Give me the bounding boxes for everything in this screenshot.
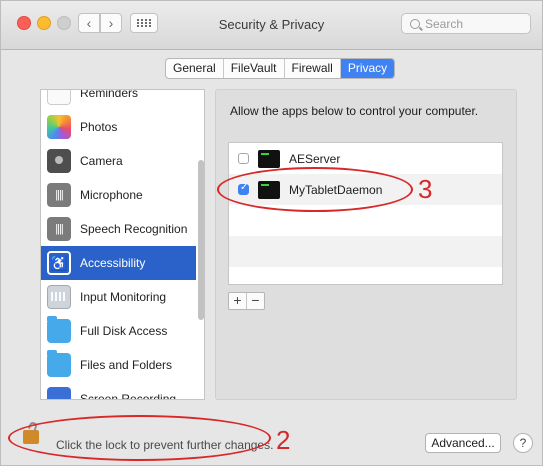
sidebar-item-camera[interactable]: Camera: [41, 144, 196, 178]
empty-row: [229, 205, 502, 236]
tab-privacy[interactable]: Privacy: [340, 59, 395, 78]
add-remove-control: + −: [228, 292, 265, 310]
sidebar-item-label: Camera: [80, 154, 123, 168]
remove-app-button[interactable]: −: [246, 293, 264, 309]
sidebar-item-speech-recognition[interactable]: |||| Speech Recognition: [41, 212, 196, 246]
accessibility-icon: ♿: [47, 251, 71, 275]
sidebar-item-full-disk-access[interactable]: Full Disk Access: [41, 314, 196, 348]
sidebar-item-screen-recording[interactable]: Screen Recording: [41, 382, 196, 400]
folder-icon: [47, 316, 71, 343]
sidebar-item-label: Full Disk Access: [80, 324, 168, 338]
annotation-label-2: 2: [276, 425, 291, 455]
sidebar-item-label: Microphone: [80, 188, 143, 202]
terminal-icon: [258, 149, 280, 168]
sidebar-item-input-monitoring[interactable]: Input Monitoring: [41, 280, 196, 314]
annotation-label-3: 3: [418, 174, 433, 204]
add-app-button[interactable]: +: [229, 293, 246, 309]
panel-description: Allow the apps below to control your com…: [230, 104, 479, 118]
sidebar-item-microphone[interactable]: |||| Microphone: [41, 178, 196, 212]
reminders-icon: [47, 90, 71, 105]
tab-filevault[interactable]: FileVault: [224, 59, 285, 78]
photos-icon: [47, 115, 71, 139]
search-icon: [410, 18, 420, 29]
folder-icon: [47, 350, 71, 377]
sidebar-item-files-and-folders[interactable]: Files and Folders: [41, 348, 196, 382]
help-button[interactable]: ?: [513, 433, 533, 453]
app-list[interactable]: AEServer MyTabletDaemon: [228, 142, 503, 285]
sidebar-item-reminders[interactable]: Reminders: [41, 89, 196, 110]
app-checkbox[interactable]: [238, 153, 249, 164]
empty-row: [229, 236, 502, 267]
accessibility-panel: Allow the apps below to control your com…: [215, 89, 517, 400]
sidebar-item-label: Files and Folders: [80, 358, 173, 372]
sidebar-item-label: Reminders: [80, 89, 139, 100]
search-placeholder: Search: [425, 16, 464, 31]
annotation-oval-3: [217, 167, 413, 212]
screen-recording-icon: [47, 387, 71, 399]
search-field[interactable]: Search: [401, 13, 531, 34]
privacy-category-list[interactable]: Reminders Photos Camera |||| Microphone …: [40, 89, 205, 400]
speech-recognition-icon: ||||: [47, 217, 71, 241]
app-name: AEServer: [289, 151, 341, 166]
tab-general[interactable]: General: [166, 59, 224, 78]
annotation-oval-2: [8, 415, 271, 461]
titlebar: ‹ › Security & Privacy Search: [1, 1, 542, 50]
microphone-icon: ||||: [47, 183, 71, 207]
advanced-button[interactable]: Advanced...: [425, 433, 501, 453]
sidebar-item-label: Screen Recording: [80, 392, 177, 400]
tab-firewall[interactable]: Firewall: [285, 59, 341, 78]
sidebar-item-photos[interactable]: Photos: [41, 110, 196, 144]
keyboard-icon: [47, 285, 71, 309]
sidebar-item-label: Photos: [80, 120, 118, 134]
list-scrollbar[interactable]: [198, 160, 204, 320]
camera-icon: [47, 149, 71, 173]
sidebar-item-label: Input Monitoring: [80, 290, 167, 304]
sidebar-item-accessibility[interactable]: ♿ Accessibility: [41, 246, 196, 280]
sidebar-item-label: Speech Recognition: [80, 222, 188, 236]
preferences-window: ‹ › Security & Privacy Search General Fi…: [0, 0, 543, 466]
sidebar-item-label: Accessibility: [80, 256, 146, 270]
tab-bar: General FileVault Firewall Privacy: [165, 58, 396, 79]
